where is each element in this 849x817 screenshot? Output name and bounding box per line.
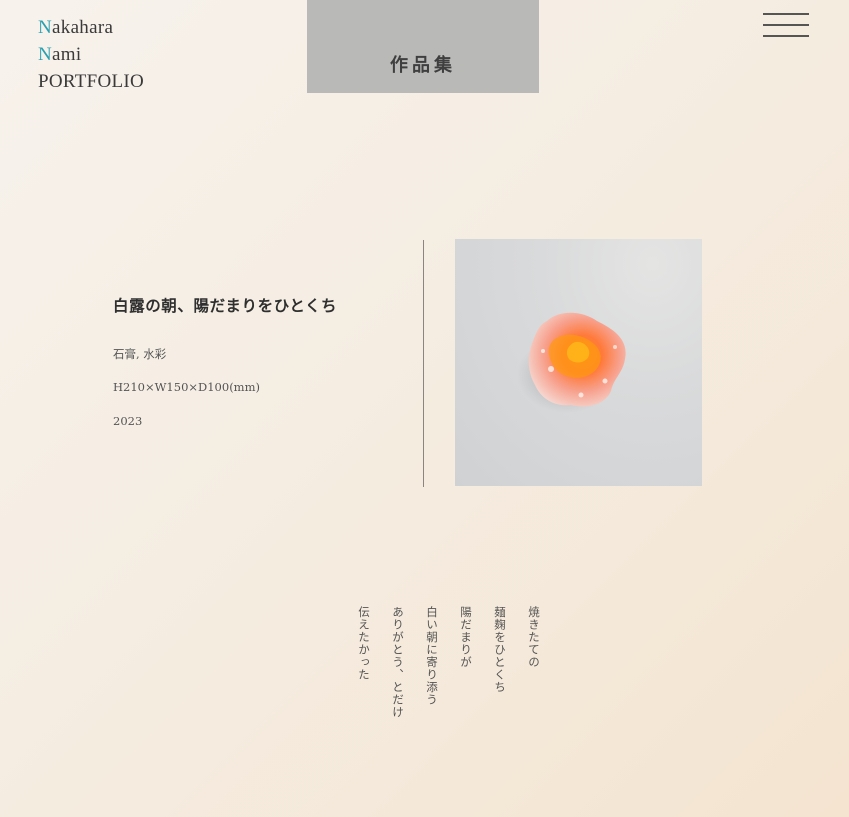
vertical-poem: 焼きたての 麺麹をひとくち 陽だまりが 白い朝に寄り添う ありがとう、とだけ 伝… — [336, 606, 541, 736]
page-title-tab: 作品集 — [307, 0, 539, 93]
menu-bar — [763, 35, 809, 37]
vertical-divider — [423, 240, 424, 487]
poem-line: 白い朝に寄り添う — [425, 606, 439, 706]
sculpture-illustration — [517, 312, 626, 413]
artwork-photo[interactable] — [455, 239, 702, 486]
logo-text: ami — [52, 44, 82, 65]
poem-line: 伝えたかった — [357, 606, 371, 681]
work-dimensions: H210×W150×D100(mm) — [113, 380, 260, 394]
logo-initial: N — [38, 17, 53, 38]
poem-line: 麺麹をひとくち — [493, 606, 507, 694]
menu-bar — [763, 13, 809, 15]
work-title: 白露の朝、陽だまりをひとくち — [113, 296, 338, 315]
logo-text: akahara — [52, 17, 114, 38]
page-title: 作品集 — [390, 55, 456, 76]
menu-bar — [763, 24, 809, 26]
logo-line-first-name: Nakahara — [38, 14, 144, 41]
logo-line-portfolio: PORTFOLIO — [38, 71, 145, 92]
poem-line: 陽だまりが — [459, 606, 473, 669]
hamburger-menu-icon[interactable] — [763, 13, 809, 39]
poem-line: 焼きたての — [527, 606, 541, 669]
poem-line: ありがとう、とだけ — [391, 606, 405, 719]
work-year: 2023 — [113, 414, 143, 428]
logo-initial: N — [38, 44, 53, 65]
work-material: 石膏, 水彩 — [113, 347, 167, 361]
site-logo[interactable]: Nakahara Nami PORTFOLIO — [38, 14, 144, 95]
logo-line-last-name: Nami — [38, 41, 144, 68]
